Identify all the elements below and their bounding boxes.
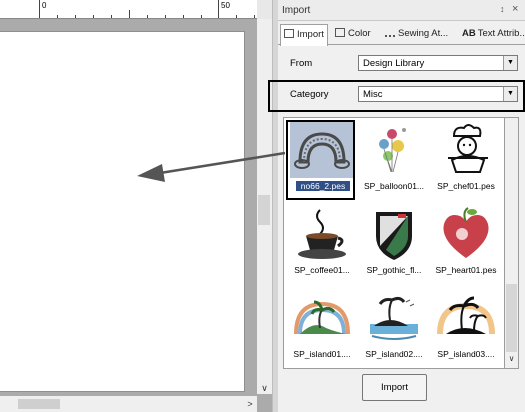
- ruler-corner: [257, 0, 272, 19]
- chevron-right-icon[interactable]: >: [244, 396, 256, 412]
- panel-tabs: Import Color Sewing At... AB Text Attrib.…: [278, 22, 525, 46]
- close-icon[interactable]: ×: [512, 3, 518, 15]
- ruler-tick: [39, 0, 40, 18]
- library-item-label: SP_coffee01...: [294, 265, 350, 275]
- island-icon: [294, 300, 350, 335]
- from-select-value: Design Library: [363, 58, 425, 69]
- library-item-label: SP_island02....: [365, 349, 423, 359]
- island-icon: [370, 296, 418, 340]
- library-item[interactable]: SP_heart01.pes: [430, 204, 502, 284]
- library-item[interactable]: SP_island03....: [430, 288, 502, 368]
- gothic-shield-icon: [376, 212, 412, 260]
- library-item-label: SP_chef01.pes: [437, 181, 495, 191]
- category-select-value: Misc: [363, 89, 383, 100]
- sewing-tab-icon: [385, 28, 395, 37]
- library-item-label: SP_island01....: [293, 349, 351, 359]
- ruler-tick: [147, 15, 148, 18]
- from-label: From: [290, 58, 313, 69]
- library-item[interactable]: SP_balloon01...: [358, 120, 430, 200]
- import-button[interactable]: Import: [362, 374, 427, 401]
- chevron-down-icon[interactable]: ∨: [257, 383, 272, 394]
- heart-icon: [443, 207, 489, 258]
- category-select[interactable]: Misc ▼: [358, 86, 518, 102]
- design-canvas-area: 0 50 ∨ >: [0, 0, 272, 412]
- category-label: Category: [290, 89, 329, 100]
- tab-color[interactable]: Color: [332, 24, 380, 45]
- chef-icon: [448, 124, 488, 173]
- library-item[interactable]: SP_coffee01...: [286, 204, 358, 284]
- library-item-label: SP_heart01.pes: [435, 265, 497, 275]
- ruler-tick: [254, 15, 255, 18]
- canvas-horizontal-scrollbar[interactable]: >: [0, 396, 257, 412]
- library-item[interactable]: SP_island02....: [358, 288, 430, 368]
- tab-import[interactable]: Import: [280, 24, 328, 46]
- tab-text-label: Text Attrib...: [477, 28, 525, 39]
- coffee-icon: [298, 209, 346, 259]
- text-tab-icon: AB: [462, 28, 476, 39]
- library-item[interactable]: SP_island01....: [286, 288, 358, 368]
- library-item-label: SP_island03....: [437, 349, 495, 359]
- scrollbar-thumb[interactable]: [506, 284, 517, 352]
- chevron-down-icon[interactable]: ▼: [503, 56, 517, 70]
- scrollbar-thumb[interactable]: [258, 195, 270, 225]
- island-icon: [437, 296, 495, 335]
- library-vertical-scrollbar[interactable]: ∨: [505, 117, 519, 369]
- library-item[interactable]: SP_gothic_fl...: [358, 204, 430, 284]
- design-page[interactable]: [0, 31, 245, 392]
- balloon-icon: [379, 128, 406, 173]
- ruler-tick: [93, 15, 94, 18]
- library-item-label: SP_balloon01...: [363, 181, 425, 191]
- chevron-down-icon[interactable]: ▼: [503, 87, 517, 101]
- chevron-down-icon[interactable]: ∨: [505, 354, 518, 363]
- ruler-tick: [129, 10, 130, 18]
- tab-color-label: Color: [348, 28, 371, 39]
- ruler-label-50: 50: [221, 1, 230, 10]
- ruler-label-0: 0: [42, 1, 47, 10]
- from-select[interactable]: Design Library ▼: [358, 55, 518, 71]
- tab-text-attributes[interactable]: AB Text Attrib...: [459, 24, 525, 45]
- library-item-label: SP_gothic_fl...: [366, 265, 422, 275]
- ruler-tick: [75, 15, 76, 18]
- ruler-tick: [218, 0, 219, 18]
- tab-sewing-attributes[interactable]: Sewing At...: [382, 24, 458, 45]
- ruler-tick: [57, 15, 58, 18]
- ruler-tick: [236, 15, 237, 18]
- color-tab-icon: [335, 28, 345, 37]
- tab-sewing-label: Sewing At...: [398, 28, 449, 39]
- ruler-tick: [111, 15, 112, 18]
- ruler-tick: [201, 15, 202, 18]
- horizontal-ruler: 0 50: [0, 0, 257, 19]
- library-item[interactable]: SP_chef01.pes: [430, 120, 502, 200]
- ruler-tick: [165, 15, 166, 18]
- ruler-tick: [183, 15, 184, 18]
- panel-title: Import: [282, 5, 311, 16]
- tab-import-label: Import: [297, 29, 324, 40]
- pin-icon[interactable]: ↕: [500, 4, 505, 14]
- panel-title-bar: Import ↕ ×: [278, 0, 525, 21]
- canvas-vertical-scrollbar[interactable]: ∨: [257, 19, 272, 394]
- import-tab-icon: [284, 29, 294, 38]
- selected-item-callout-frame: [286, 120, 355, 200]
- scrollbar-thumb[interactable]: [18, 399, 60, 409]
